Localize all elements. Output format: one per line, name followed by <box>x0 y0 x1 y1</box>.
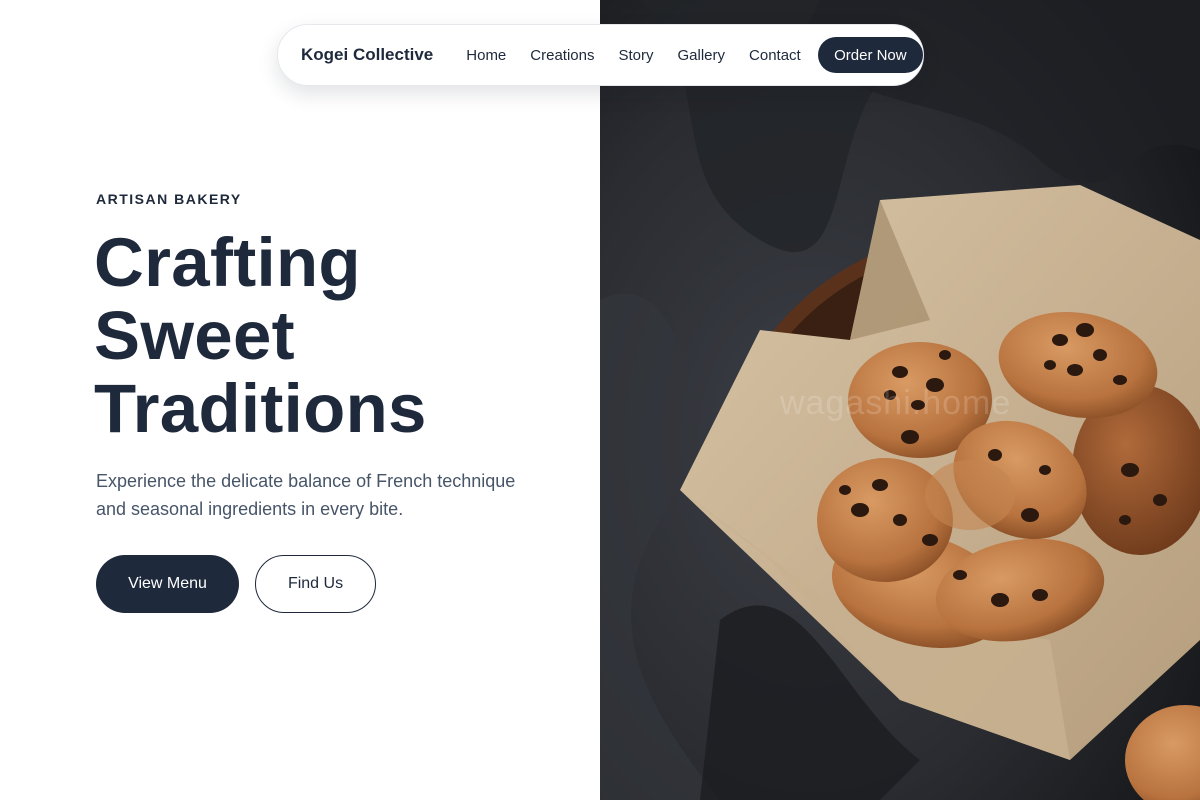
view-menu-button[interactable]: View Menu <box>96 555 239 613</box>
headline-line-3: Traditions <box>94 370 427 447</box>
find-us-button[interactable]: Find Us <box>255 555 376 613</box>
image-watermark: wagashi.home <box>780 384 1012 422</box>
nav-link-creations[interactable]: Creations <box>530 47 594 64</box>
order-now-button[interactable]: Order Now <box>817 37 923 73</box>
nav-links: Home Creations Story Gallery Contact <box>466 47 824 64</box>
hero-section: ARTISAN BAKERY Crafting Sweet Traditions… <box>0 0 600 800</box>
hero-eyebrow: ARTISAN BAKERY <box>96 191 242 207</box>
nav-link-contact[interactable]: Contact <box>749 47 801 64</box>
hero-subtext: Experience the delicate balance of Frenc… <box>96 471 516 519</box>
nav-link-gallery[interactable]: Gallery <box>678 47 726 64</box>
hero-headline: Crafting Sweet Traditions <box>94 226 427 445</box>
nav-link-story[interactable]: Story <box>618 47 653 64</box>
hero-image: wagashi.home <box>600 0 1200 800</box>
brand-logo[interactable]: Kogei Collective <box>301 45 433 65</box>
headline-line-1: Crafting <box>94 224 361 301</box>
nav-link-home[interactable]: Home <box>466 47 506 64</box>
headline-line-2: Sweet <box>94 297 295 374</box>
top-nav: Kogei Collective Home Creations Story Ga… <box>277 24 924 86</box>
